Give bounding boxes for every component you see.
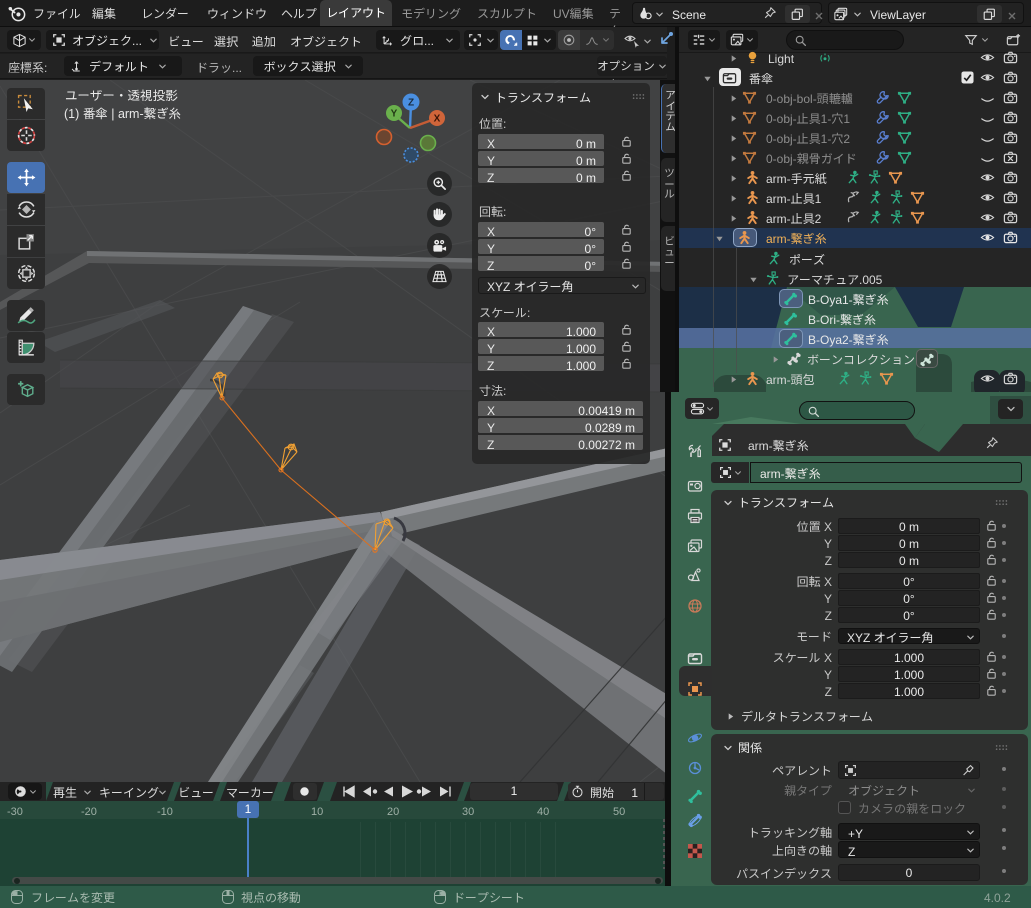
svg-text:Y: Y	[391, 105, 398, 120]
svg-text:Z: Z	[408, 94, 414, 109]
svg-text:X: X	[434, 110, 441, 125]
